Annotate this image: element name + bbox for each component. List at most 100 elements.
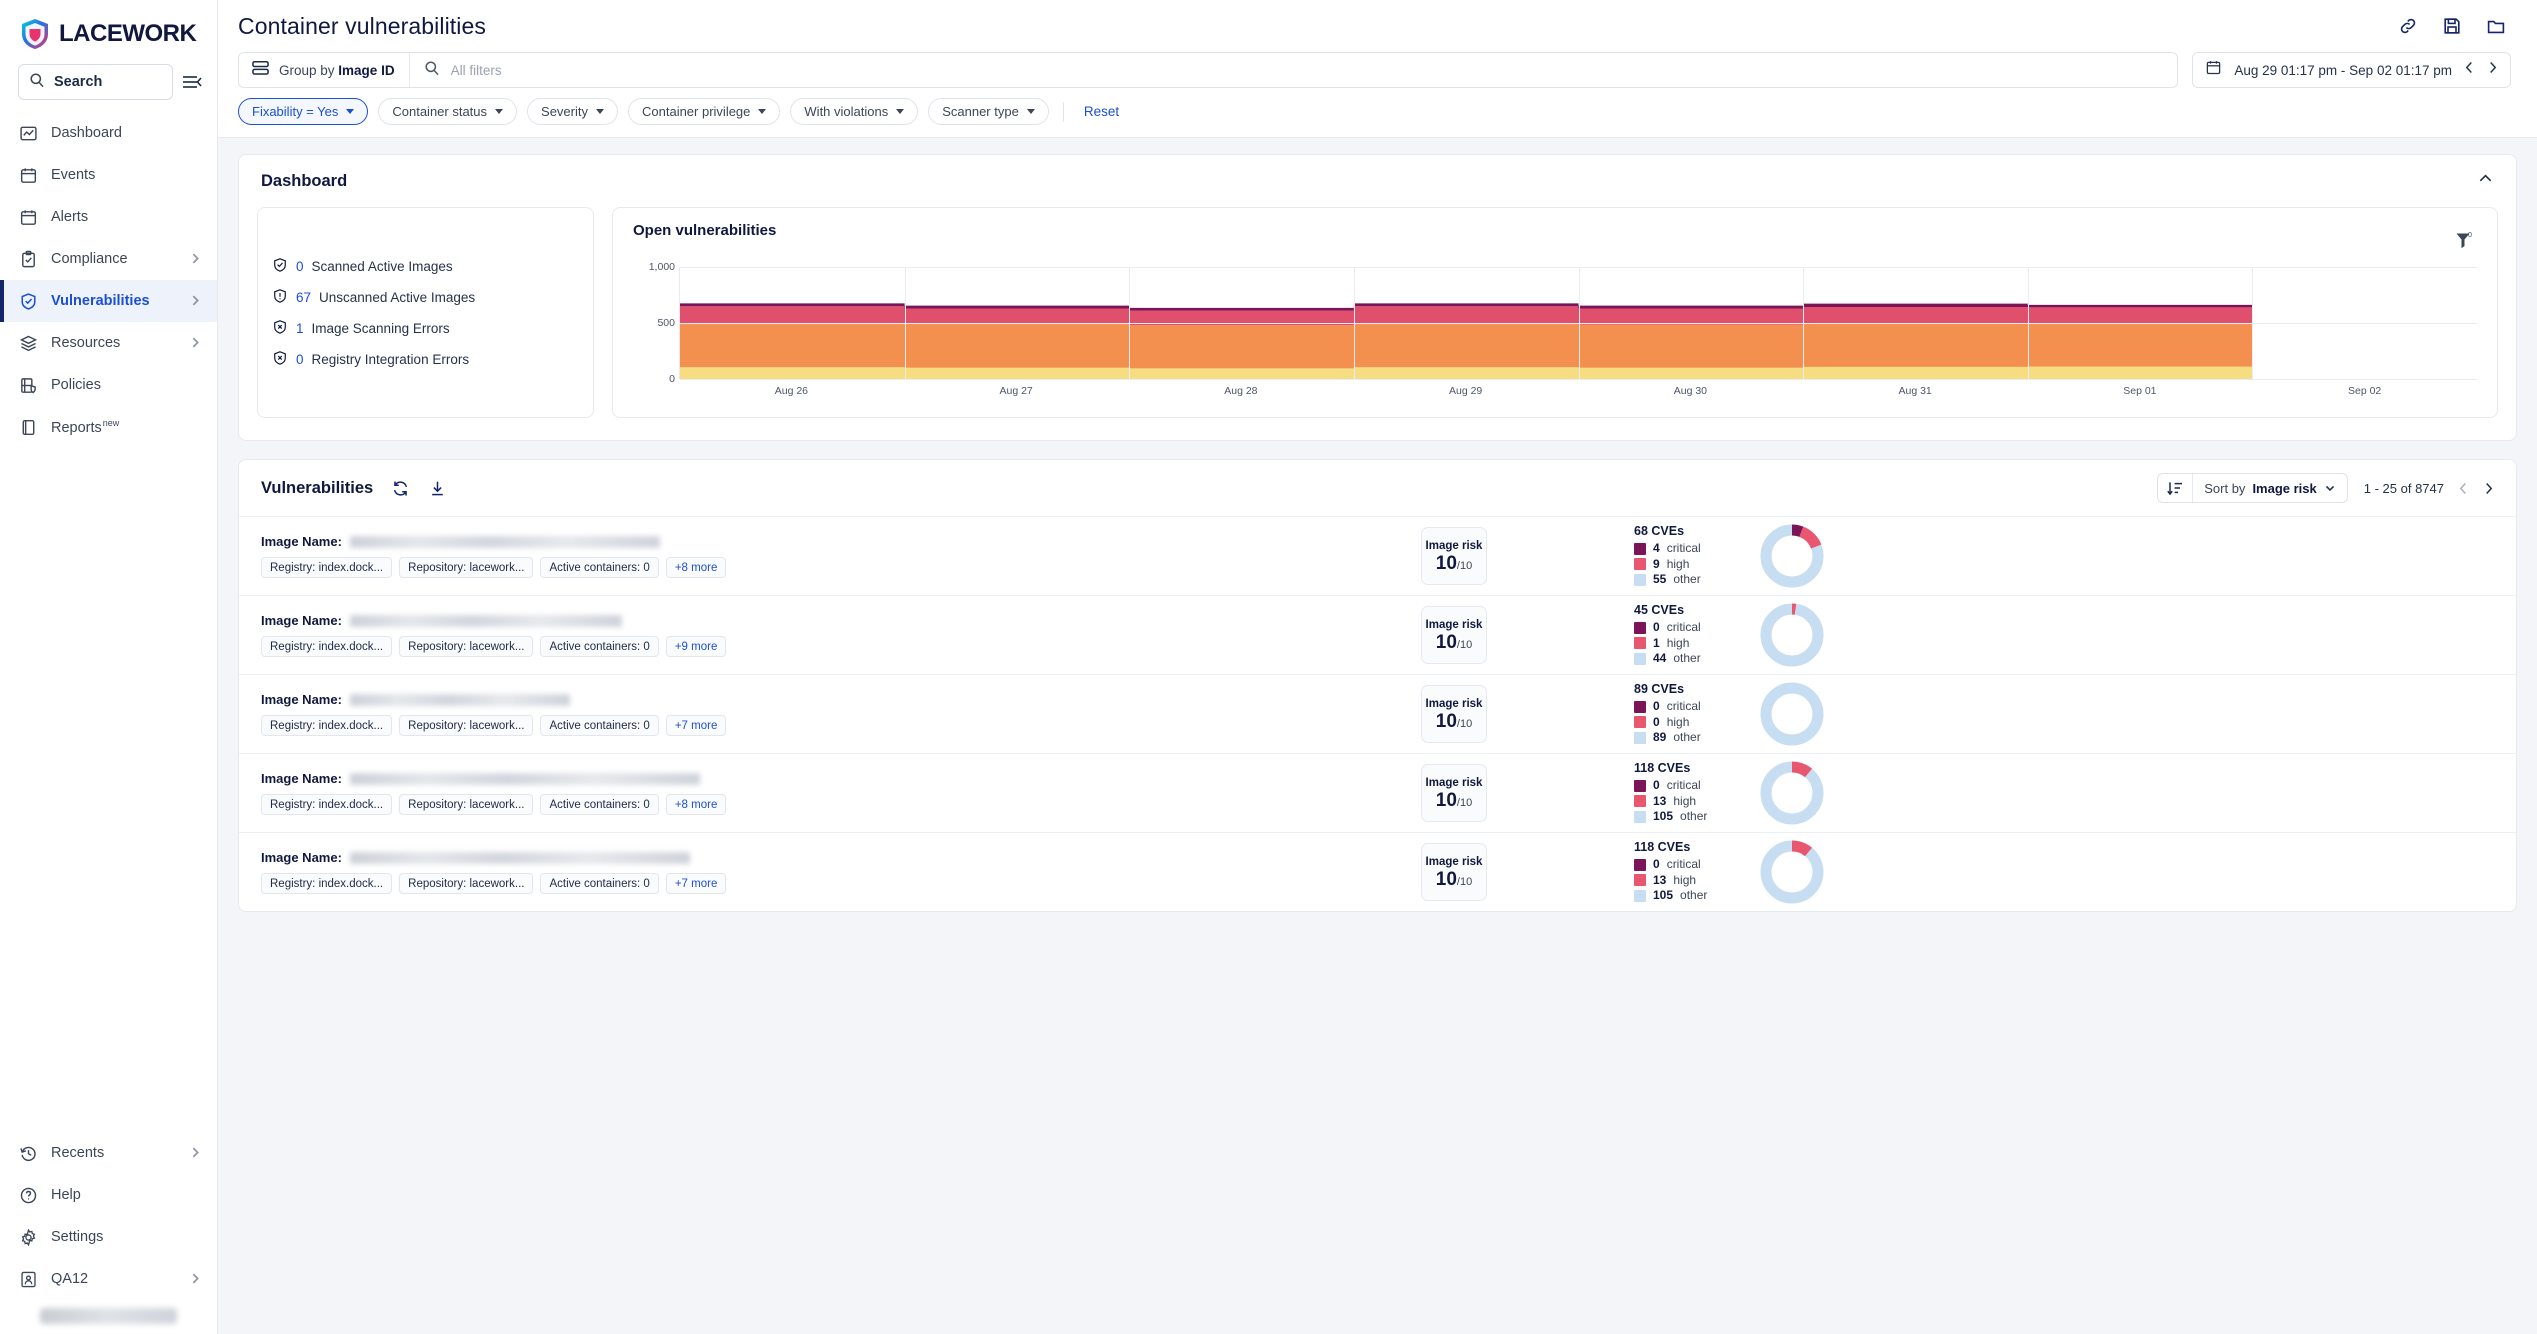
- x-tick-label: Sep 02: [2347, 385, 2382, 397]
- sidebar-item-resources[interactable]: Resources: [0, 322, 217, 364]
- pagination-prev-button[interactable]: [2458, 482, 2469, 495]
- filter-chip-scanner-type[interactable]: Scanner type: [928, 98, 1049, 125]
- row-tag[interactable]: Active containers: 0: [540, 715, 659, 736]
- row-tag[interactable]: Registry: index.dock...: [261, 636, 393, 657]
- sidebar-item-qa12[interactable]: QA12: [0, 1258, 217, 1300]
- stat-registry-integration-errors: 0 Registry Integration Errors: [272, 350, 593, 369]
- brand-logo[interactable]: LACEWORK: [0, 0, 217, 64]
- history-clock-icon: [18, 1143, 38, 1163]
- sidebar-item-reports[interactable]: Reportsnew: [0, 406, 217, 448]
- sidebar-redacted-footer: [40, 1308, 177, 1324]
- filter-chip-container-privilege[interactable]: Container privilege: [628, 98, 781, 125]
- severity-swatch-high: [1634, 795, 1646, 808]
- sidebar-item-policies[interactable]: Policies: [0, 364, 217, 406]
- image-risk-denominator: /10: [1456, 717, 1473, 730]
- sidebar-item-recents[interactable]: Recents: [0, 1132, 217, 1174]
- row-tag[interactable]: Registry: index.dock...: [261, 873, 393, 894]
- cve-total: 118 CVEs: [1634, 761, 1691, 776]
- table-row[interactable]: Image Name: Registry: index.dock... Repos…: [239, 832, 2516, 911]
- filter-chip-with-violations[interactable]: With violations: [790, 98, 919, 125]
- save-icon[interactable]: [2441, 15, 2463, 37]
- cve-total: 45 CVEs: [1634, 603, 1685, 618]
- search-input[interactable]: Search: [18, 64, 173, 100]
- collapse-panel-icon[interactable]: [181, 71, 203, 93]
- pagination: 1 - 25 of 8747: [2364, 481, 2494, 496]
- pagination-next-button[interactable]: [2483, 482, 2494, 495]
- cve-high-line: 0 high: [1634, 715, 1754, 730]
- donut-segment-other: [1760, 603, 1824, 667]
- refresh-icon[interactable]: [391, 479, 410, 498]
- sidebar-item-events[interactable]: Events: [0, 154, 217, 196]
- sidebar-item-label: Recents: [51, 1145, 105, 1161]
- group-by-button[interactable]: Group by Image ID: [239, 53, 410, 87]
- sidebar-item-dashboard[interactable]: Dashboard: [0, 112, 217, 154]
- filter-chip-severity[interactable]: Severity: [527, 98, 618, 125]
- sidebar-item-settings[interactable]: Settings: [0, 1216, 217, 1258]
- row-tag[interactable]: Repository: lacework...: [399, 873, 534, 894]
- table-row[interactable]: Image Name: Registry: index.dock... Repos…: [239, 753, 2516, 832]
- cve-other-line: 44 other: [1634, 651, 1754, 666]
- shield-x-icon: [272, 319, 288, 338]
- row-tag[interactable]: +7 more: [665, 715, 727, 736]
- cve-high-line: 9 high: [1634, 557, 1754, 572]
- row-tag[interactable]: +8 more: [665, 557, 727, 578]
- row-tag[interactable]: Registry: index.dock...: [261, 794, 393, 815]
- sidebar-item-label: Events: [51, 167, 96, 183]
- row-tag[interactable]: Repository: lacework...: [399, 715, 534, 736]
- chevron-up-icon[interactable]: [2477, 170, 2494, 192]
- row-tag[interactable]: Active containers: 0: [540, 794, 659, 815]
- download-icon[interactable]: [428, 479, 447, 498]
- date-range-picker[interactable]: Aug 29 01:17 pm - Sep 02 01:17 pm: [2192, 52, 2511, 88]
- image-risk-denominator: /10: [1456, 796, 1473, 809]
- gear-icon: [18, 1227, 38, 1247]
- sidebar-item-vulnerabilities[interactable]: Vulnerabilities: [0, 280, 217, 322]
- row-tag[interactable]: +9 more: [665, 636, 727, 657]
- filter-chip-container-status[interactable]: Container status: [378, 98, 518, 125]
- reset-filters-button[interactable]: Reset: [1078, 104, 1125, 119]
- search-input[interactable]: [450, 62, 2178, 78]
- filter-chip-fixability[interactable]: Fixability = Yes: [238, 98, 369, 125]
- row-tag[interactable]: Repository: lacework...: [399, 794, 534, 815]
- sidebar-item-label: QA12: [51, 1271, 89, 1287]
- row-tag[interactable]: Repository: lacework...: [399, 636, 534, 657]
- sidebar-item-alerts[interactable]: Alerts: [0, 196, 217, 238]
- image-name-value-redacted: [349, 614, 622, 627]
- vulnerabilities-header: Vulnerabilities Sort by Image risk 1 - 2…: [239, 460, 2516, 516]
- row-tag[interactable]: +7 more: [665, 873, 727, 894]
- image-risk-badge: Image risk 10/10: [1421, 843, 1487, 901]
- date-prev-button[interactable]: [2464, 61, 2475, 79]
- table-row[interactable]: Image Name: Registry: index.dock... Repos…: [239, 595, 2516, 674]
- row-tag[interactable]: Active containers: 0: [540, 557, 659, 578]
- image-risk-badge: Image risk 10/10: [1421, 764, 1487, 822]
- shield-check-icon: [18, 291, 38, 311]
- row-tags: Registry: index.dock... Repository: lacew…: [261, 557, 1421, 578]
- sidebar-nav: Dashboard Events Alerts Compliance Vulne…: [0, 112, 217, 448]
- date-next-button[interactable]: [2487, 61, 2498, 79]
- table-row[interactable]: Image Name: Registry: index.dock... Repos…: [239, 516, 2516, 595]
- image-name-value-redacted: [349, 693, 570, 706]
- lacework-shield-icon: [20, 18, 50, 50]
- row-tag[interactable]: Repository: lacework...: [399, 557, 534, 578]
- row-tag[interactable]: Registry: index.dock...: [261, 557, 393, 578]
- severity-swatch-critical: [1634, 780, 1646, 793]
- sidebar-item-help[interactable]: Help: [0, 1174, 217, 1216]
- row-tag[interactable]: Registry: index.dock...: [261, 715, 393, 736]
- row-tag[interactable]: +8 more: [665, 794, 727, 815]
- sidebar-item-compliance[interactable]: Compliance: [0, 238, 217, 280]
- funnel-icon[interactable]: 0: [2453, 230, 2475, 257]
- image-risk-value: 10/10: [1435, 631, 1473, 653]
- all-filters-search[interactable]: [410, 60, 2178, 81]
- chevron-down-icon: [1026, 109, 1035, 114]
- severity-swatch-critical: [1634, 543, 1646, 556]
- folder-icon[interactable]: [2485, 15, 2507, 37]
- donut-segment-other: [1760, 761, 1824, 825]
- row-tag[interactable]: Active containers: 0: [540, 636, 659, 657]
- stat-label: Image Scanning Errors: [311, 320, 450, 336]
- dashboard-body: 0 Scanned Active Images 67 Unscanned Act…: [257, 207, 2498, 418]
- row-tag[interactable]: Active containers: 0: [540, 873, 659, 894]
- copy-link-icon[interactable]: [2397, 15, 2419, 37]
- x-tick-label: Aug 30: [1673, 385, 1708, 397]
- cve-critical-line: 0 critical: [1634, 778, 1754, 793]
- sort-by-button[interactable]: Sort by Image risk: [2157, 473, 2348, 503]
- table-row[interactable]: Image Name: Registry: index.dock... Repos…: [239, 674, 2516, 753]
